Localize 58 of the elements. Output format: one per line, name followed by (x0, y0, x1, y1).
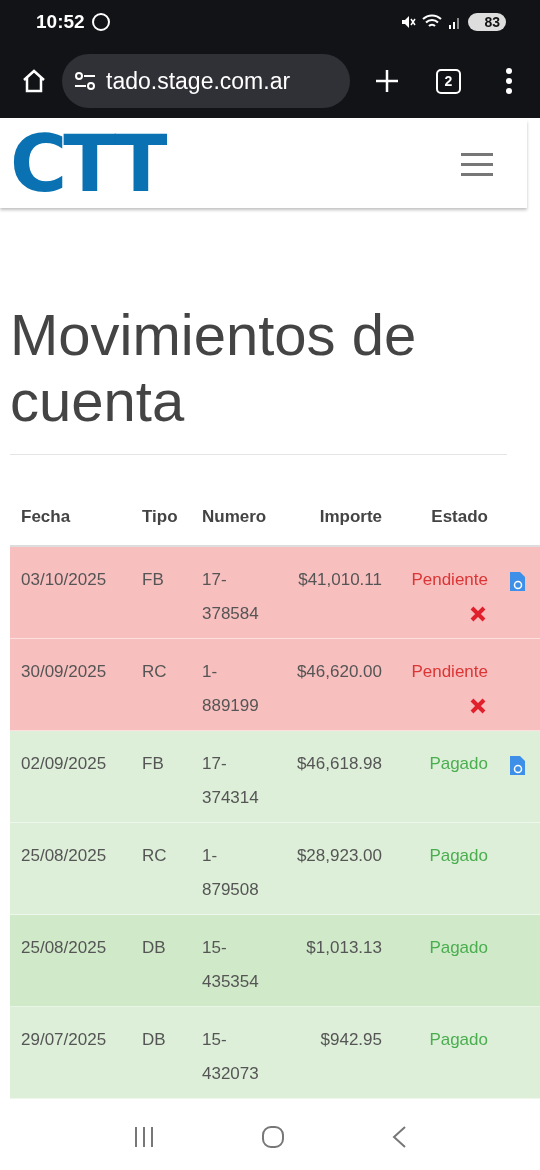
type-cell-text: RC (142, 845, 168, 867)
column-header: Tipo (142, 507, 179, 528)
page-title: Movimientos de cuenta (10, 302, 418, 434)
status-label: Pendiente (411, 569, 488, 591)
number-cell-text: 15-435354 (202, 937, 260, 993)
menu-toggle[interactable] (461, 152, 493, 176)
date-cell-text: 29/07/2025 (21, 1029, 108, 1051)
number-cell-text: 1-889199 (202, 661, 260, 717)
number-cell-text: 1-879508 (202, 845, 260, 901)
column-header: Estado (430, 507, 488, 528)
battery-level: 83 (468, 13, 506, 31)
status-label: Pagado (429, 845, 488, 867)
type-cell-text: RC (142, 661, 168, 683)
document-icon[interactable] (510, 572, 525, 591)
status-label: Pendiente (411, 661, 488, 683)
number-cell-text: 15-432073 (202, 1029, 260, 1085)
home-icon[interactable] (261, 1125, 285, 1149)
type-cell-text: FB (142, 753, 165, 775)
address-bar[interactable]: tado.stage.com.ar (62, 54, 350, 108)
date-cell-text: 25/08/2025 (21, 937, 108, 959)
table-row[interactable]: 30/09/2025 RC 1-889199 $46,620.00 Pendiente (10, 639, 540, 731)
status-time: 10:52 (36, 11, 85, 33)
amount-cell-text: $942.95 (319, 1029, 382, 1051)
amount-cell-text: $1,013.13 (305, 937, 382, 959)
tab-count-button[interactable]: 2 (436, 68, 461, 94)
status-label: Pagado (429, 753, 488, 775)
amount-cell-text: $46,618.98 (295, 753, 382, 775)
table-row[interactable]: 03/10/2025 FB 17-378584 $41,010.11 Pendiente (10, 547, 540, 639)
table-row[interactable]: 29/07/2025 DB 15-432073 $942.95 Pagado (10, 1007, 540, 1099)
column-header: Importe (318, 507, 382, 528)
logo[interactable]: CTT (10, 125, 164, 203)
date-cell-text: 25/08/2025 (21, 845, 108, 867)
mute-icon (400, 14, 417, 30)
status-label: Pagado (429, 937, 488, 959)
cancel-icon[interactable] (470, 606, 486, 622)
date-cell-text: 30/09/2025 (21, 661, 108, 683)
cancel-icon[interactable] (470, 698, 486, 714)
amount-cell-text: $28,923.00 (295, 845, 382, 867)
type-cell-text: DB (142, 937, 167, 959)
date-cell-text: 02/09/2025 (21, 753, 108, 775)
number-cell-text: 17-374314 (202, 753, 260, 809)
table-row[interactable]: 25/08/2025 DB 15-435354 $1,013.13 Pagado (10, 915, 540, 1007)
document-icon[interactable] (510, 756, 525, 775)
status-label: Pagado (429, 1029, 488, 1051)
table-row[interactable]: 02/09/2025 FB 17-374314 $46,618.98 Pagado (10, 731, 540, 823)
number-cell-text: 17-378584 (202, 569, 260, 625)
amount-cell-text: $41,010.11 (297, 569, 382, 591)
column-header: Numero (202, 507, 268, 528)
site-settings-icon[interactable] (74, 72, 96, 90)
more-options-icon[interactable] (504, 68, 513, 94)
date-cell-text: 03/10/2025 (21, 569, 108, 591)
amount-cell-text: $46,620.00 (295, 661, 382, 683)
back-icon[interactable] (391, 1125, 407, 1149)
type-cell-text: FB (142, 569, 165, 591)
column-header: Fecha (21, 507, 72, 528)
type-cell-text: DB (142, 1029, 167, 1051)
table-row[interactable]: 25/08/2025 RC 1-879508 $28,923.00 Pagado (10, 823, 540, 915)
recent-apps-icon[interactable] (133, 1126, 155, 1148)
